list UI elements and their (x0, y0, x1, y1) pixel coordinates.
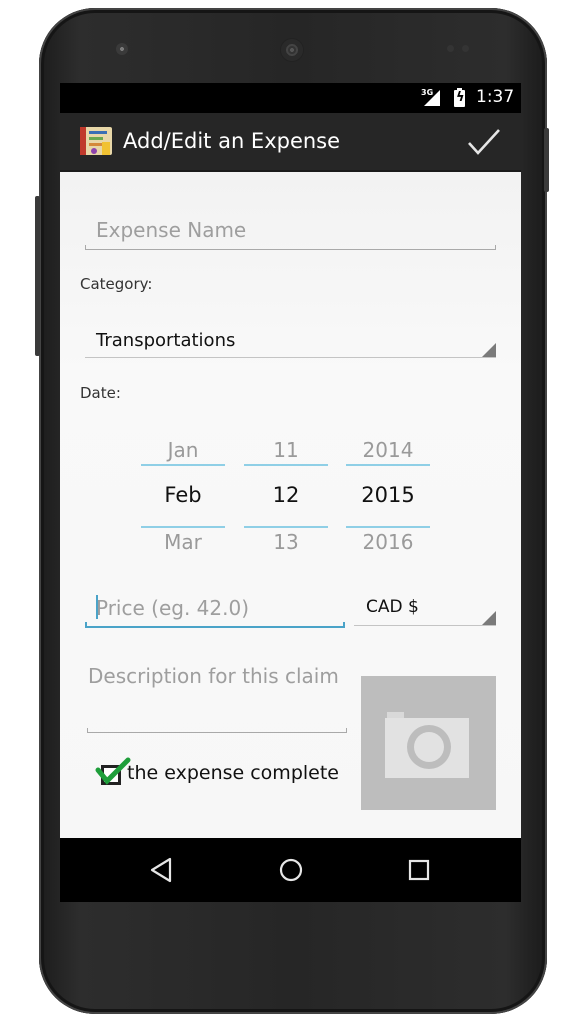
back-triangle-icon[interactable] (146, 854, 178, 886)
price-placeholder: Price (eg. 42.0) (96, 596, 249, 620)
month-picker[interactable]: Jan Feb Mar (141, 432, 225, 562)
front-camera (116, 43, 128, 55)
battery-charging-icon: ϟ (454, 88, 465, 107)
price-input[interactable]: Price (eg. 42.0) (85, 586, 345, 628)
complete-checkbox-label[interactable]: the expense complete (127, 762, 339, 784)
year-picker[interactable]: 2014 2015 2016 (346, 432, 430, 562)
currency-value: CAD $ (366, 597, 419, 617)
category-spinner[interactable]: Transportations (85, 318, 496, 358)
page-title: Add/Edit an Expense (123, 129, 341, 153)
light-sensor (462, 45, 469, 52)
navigation-bar (60, 838, 521, 902)
signal-icon (424, 90, 440, 106)
currency-spinner[interactable]: CAD $ (354, 586, 496, 626)
app-notebook-icon[interactable] (78, 124, 114, 158)
year-next[interactable]: 2016 (346, 530, 430, 554)
month-current[interactable]: Feb (141, 483, 225, 507)
day-current[interactable]: 12 (244, 483, 328, 507)
volume-button (35, 196, 40, 356)
expense-name-input[interactable]: Expense Name (85, 208, 496, 250)
day-next[interactable]: 13 (244, 530, 328, 554)
proximity-sensor (447, 45, 454, 52)
action-bar: Add/Edit an Expense (60, 113, 521, 172)
recents-square-icon[interactable] (403, 854, 435, 886)
earpiece-speaker (281, 39, 303, 61)
add-photo-button[interactable] (361, 676, 496, 810)
screen: 3G ϟ 1:37 Add/Edit an Expense Expense Na… (60, 83, 521, 902)
category-value: Transportations (96, 330, 236, 351)
description-input[interactable]: Description for this claim (87, 664, 347, 733)
dropdown-arrow-icon (482, 343, 496, 357)
year-prev[interactable]: 2014 (346, 438, 430, 462)
home-circle-icon[interactable] (275, 854, 307, 886)
camera-icon (385, 712, 469, 778)
dropdown-arrow-icon (482, 611, 496, 625)
clock: 1:37 (476, 87, 515, 107)
description-placeholder: Description for this claim (88, 664, 339, 688)
checkmark-icon[interactable] (466, 126, 502, 158)
year-current[interactable]: 2015 (346, 483, 430, 507)
date-label: Date: (80, 384, 121, 402)
expense-form: Expense Name Category: Transportations D… (60, 172, 521, 838)
month-next[interactable]: Mar (141, 530, 225, 554)
power-button (544, 128, 549, 192)
status-bar: 3G ϟ 1:37 (60, 83, 521, 113)
category-label: Category: (80, 275, 153, 293)
day-picker[interactable]: 11 12 13 (244, 432, 328, 562)
month-prev[interactable]: Jan (141, 438, 225, 462)
expense-name-placeholder: Expense Name (96, 218, 247, 242)
day-prev[interactable]: 11 (244, 438, 328, 462)
checkmark-icon (95, 757, 131, 785)
